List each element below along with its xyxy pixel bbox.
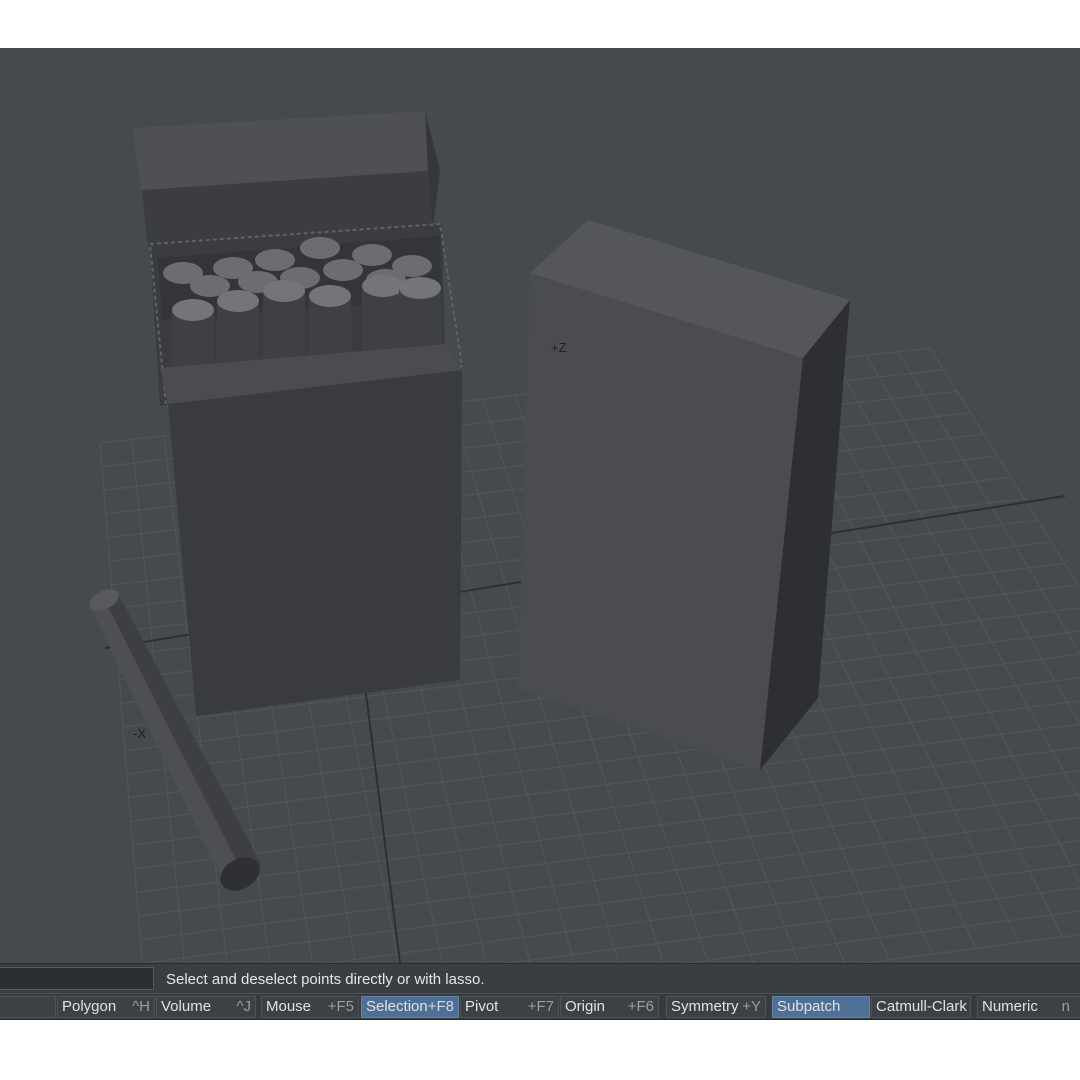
- polygon-shortcut: ^H: [132, 998, 150, 1015]
- catmull-clark-button[interactable]: Catmull-Clark: [871, 996, 971, 1018]
- subpatch-label: Subpatch: [777, 998, 841, 1015]
- status-field: [0, 967, 154, 990]
- bottom-toolbar: Polygon ^H Volume ^J Mouse +F5 Selection…: [0, 993, 1080, 1020]
- cigarette-end: [309, 285, 351, 307]
- cigarette-end: [172, 299, 214, 321]
- subpatch-button[interactable]: Subpatch: [772, 996, 870, 1018]
- volume-button[interactable]: Volume ^J: [156, 996, 256, 1018]
- origin-shortcut: +F6: [627, 998, 654, 1015]
- status-message: Select and deselect points directly or w…: [166, 971, 485, 988]
- axis-label-z: +Z: [551, 340, 567, 355]
- symmetry-label: Symmetry: [671, 998, 739, 1015]
- cigarette-end: [352, 244, 392, 266]
- grid-line: [504, 887, 1080, 963]
- cigarette-end: [323, 259, 363, 281]
- toolbar-spacer: [0, 996, 56, 1018]
- pivot-button[interactable]: Pivot +F7: [460, 996, 559, 1018]
- grid-line: [833, 358, 1080, 802]
- cigarette-end: [362, 275, 404, 297]
- grid-line: [683, 910, 1080, 963]
- mouse-label: Mouse: [266, 998, 312, 1015]
- cigarette-end: [263, 280, 305, 302]
- numeric-shortcut: n: [1061, 998, 1070, 1015]
- mouse-shortcut: +F5: [327, 998, 354, 1015]
- catmull-clark-label: Catmull-Clark: [876, 998, 967, 1015]
- volume-label: Volume: [161, 998, 212, 1015]
- mouse-button[interactable]: Mouse +F5: [261, 996, 359, 1018]
- open-cigarette-pack[interactable]: [132, 111, 464, 716]
- numeric-button[interactable]: Numeric n: [977, 996, 1080, 1018]
- grid-line: [138, 793, 1080, 917]
- pivot-label: Pivot: [465, 998, 499, 1015]
- symmetry-button[interactable]: Symmetry +Y: [666, 996, 766, 1018]
- cigarette-end: [399, 277, 441, 299]
- symmetry-shortcut: +Y: [742, 998, 761, 1015]
- status-bar: Select and deselect points directly or w…: [0, 963, 1080, 993]
- axis-label-x: -X: [133, 726, 146, 741]
- polygon-label: Polygon: [62, 998, 117, 1015]
- selection-shortcut: +F8: [427, 998, 454, 1015]
- origin-label: Origin: [565, 998, 606, 1015]
- cigarette-end: [217, 290, 259, 312]
- grid-line: [142, 840, 1080, 963]
- volume-shortcut: ^J: [236, 998, 251, 1015]
- selection-label: Selection: [366, 998, 428, 1015]
- scene-canvas[interactable]: [0, 48, 1080, 963]
- pack-front: [168, 370, 462, 716]
- grid-line: [861, 934, 1080, 963]
- origin-button[interactable]: Origin +F6: [560, 996, 659, 1018]
- selection-button[interactable]: Selection +F8: [361, 996, 459, 1018]
- cigarette-end: [300, 237, 340, 259]
- 3d-viewport[interactable]: +Z -X: [0, 48, 1080, 963]
- closed-cigarette-pack[interactable]: [518, 220, 850, 770]
- grid-line: [865, 355, 1080, 726]
- grid-line: [801, 362, 1080, 884]
- polygon-button[interactable]: Polygon ^H: [57, 996, 155, 1018]
- cigarette-end: [255, 249, 295, 271]
- pivot-shortcut: +F7: [527, 998, 554, 1015]
- numeric-label: Numeric: [982, 998, 1038, 1015]
